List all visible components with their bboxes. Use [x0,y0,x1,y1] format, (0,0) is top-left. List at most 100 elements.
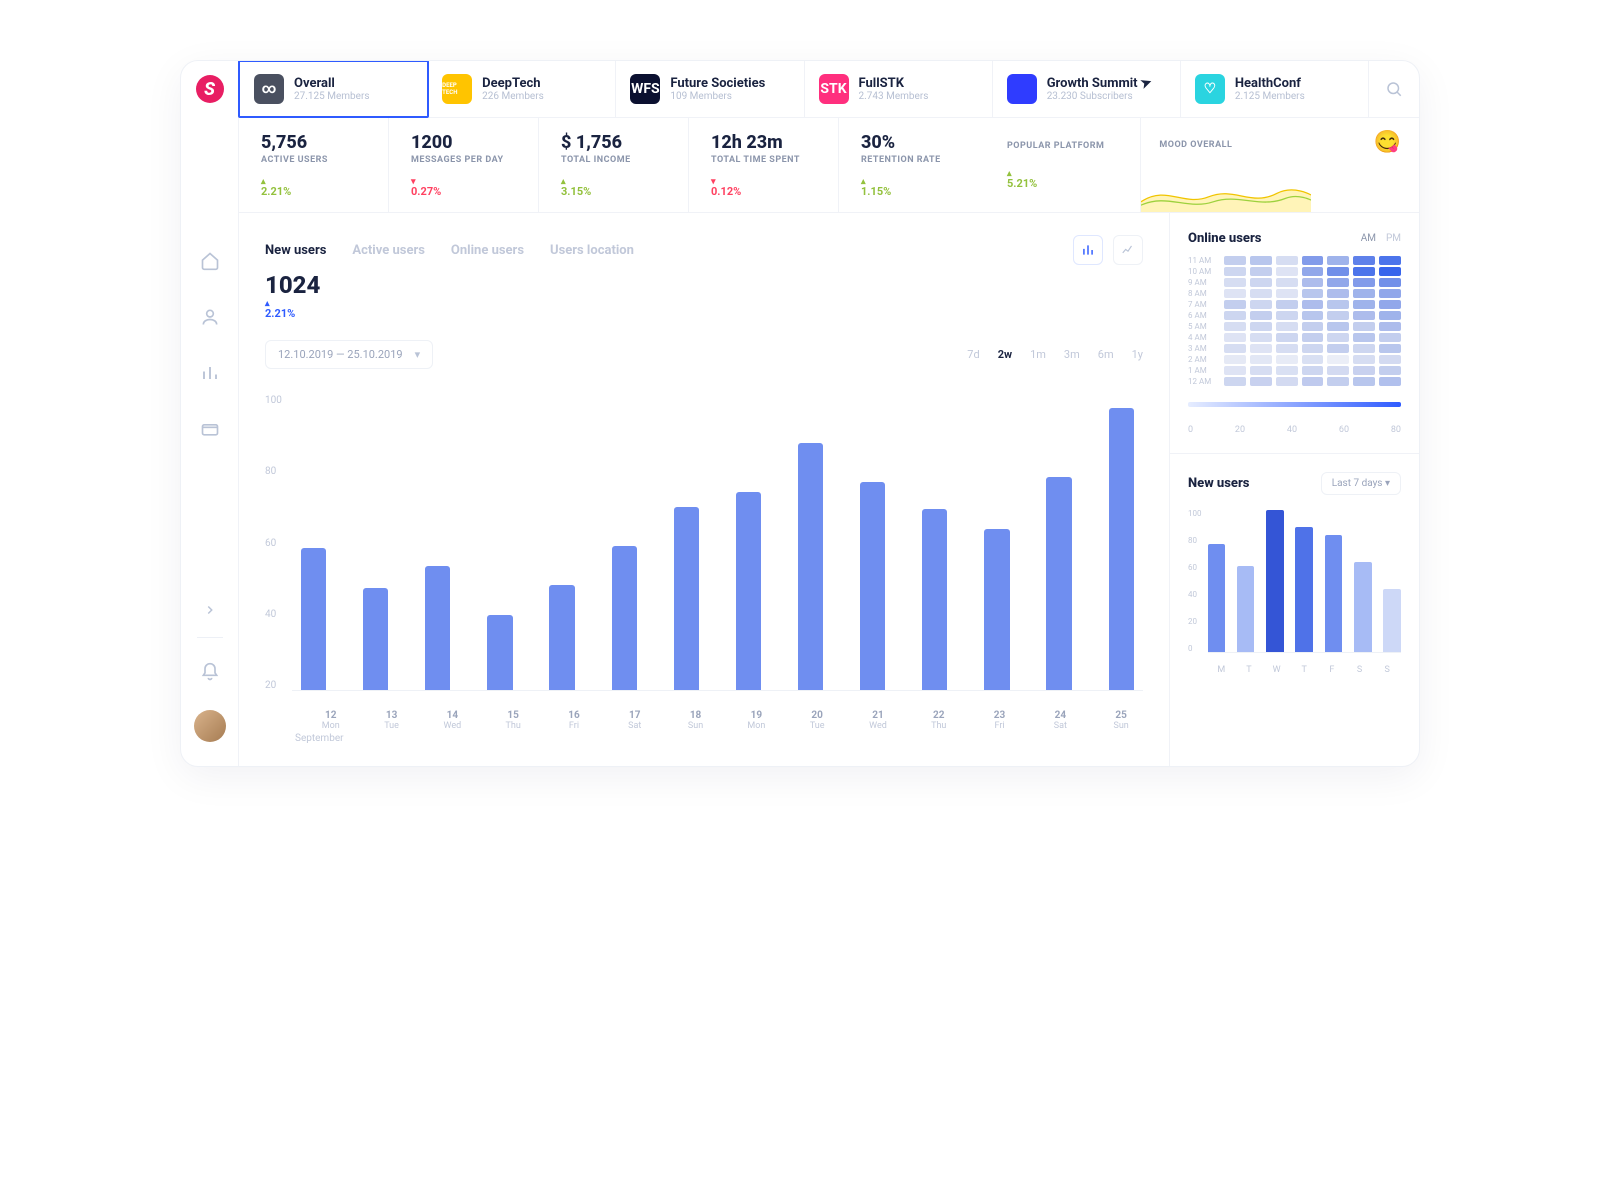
heatmap-cell [1276,344,1298,353]
range-option[interactable]: 7d [967,348,979,361]
heatmap-cell [1224,267,1246,276]
heatmap-cell [1276,311,1298,320]
chart-bar [922,509,947,691]
tab-logo: ∞ [254,74,284,104]
heatmap-cell [1302,278,1324,287]
heatmap-cell [1224,311,1246,320]
heatmap-cell [1302,355,1324,364]
heatmap-cell [1379,333,1401,342]
bar-chart-icon[interactable] [1073,235,1103,265]
heatmap-cell [1379,256,1401,265]
heatmap-cell [1224,377,1246,386]
range-option[interactable]: 2w [998,348,1012,361]
mini-range-dropdown[interactable]: Last 7 days ▾ [1321,472,1401,495]
workspace-tab[interactable]: ∞Overall27.125 Members [238,60,429,118]
heatmap-cell [1276,278,1298,287]
stat-card: 5,756ACTIVE USERS▴2.21% [239,118,389,212]
heatmap-cell [1250,377,1272,386]
heatmap-cell [1276,289,1298,298]
range-option[interactable]: 6m [1098,348,1114,361]
heatmap-cell [1250,344,1272,353]
heatmap-cell [1224,333,1246,342]
heatmap-cell [1276,267,1298,276]
date-range-dropdown[interactable]: 12.10.2019 — 25.10.2019▾ [265,340,433,369]
heatmap-cell [1379,300,1401,309]
chart-bar [301,548,326,691]
heatmap-cell [1353,322,1375,331]
range-option[interactable]: 3m [1064,348,1080,361]
heatmap-cell [1224,300,1246,309]
heatmap-cell [1327,333,1349,342]
main-panel: New users Active users Online users Users l… [239,213,1169,766]
heatmap-cell [1250,267,1272,276]
heatmap-cell [1224,355,1246,364]
avatar[interactable] [194,710,226,742]
search-icon[interactable] [1369,61,1419,117]
workspace-tab[interactable]: WFSFuture Societies109 Members [616,61,804,117]
pm-toggle[interactable]: PM [1386,233,1401,244]
heatmap-cell [1250,300,1272,309]
mini-chart-bar [1237,566,1255,653]
app-logo[interactable]: S [196,75,224,103]
heatmap-cell [1353,311,1375,320]
chart-bar [674,507,699,692]
chart-bar [1109,408,1134,691]
heatmap-cell [1224,289,1246,298]
chart-month: September [295,733,1143,744]
mood-card: MOOD OVERALL 😋 [1141,118,1419,212]
mood-label: MOOD OVERALL [1159,140,1232,150]
wallet-icon[interactable] [199,418,221,440]
heatmap-cell [1302,256,1324,265]
heatmap-cell [1327,256,1349,265]
heatmap-cell [1379,289,1401,298]
workspace-tab[interactable]: STKFullSTK2.743 Members [805,61,993,117]
right-panel: Online users AMPM 11 AM10 AM9 AM8 AM7 AM… [1169,213,1419,766]
heatmap-cell [1302,289,1324,298]
heatmap-cell [1276,366,1298,375]
heatmap-cell [1327,267,1349,276]
analytics-icon[interactable] [199,362,221,384]
heatmap-cell [1353,267,1375,276]
heatmap-cell [1353,333,1375,342]
bell-icon[interactable] [199,661,221,683]
metric-tab[interactable]: Active users [352,243,425,258]
mini-title: New users [1188,476,1249,491]
line-chart-icon[interactable] [1113,235,1143,265]
metric-tab[interactable]: New users [265,243,326,258]
heatmap-cell [1302,377,1324,386]
heatmap-cell [1276,377,1298,386]
range-option[interactable]: 1m [1030,348,1046,361]
heatmap-cell [1224,278,1246,287]
stat-card: 12h 23mTOTAL TIME SPENT▾0.12% [689,118,839,212]
workspace-tab[interactable]: DEEP TECHDeepTech226 Members [428,61,616,117]
heatmap-cell [1379,344,1401,353]
stat-card: $ 1,756TOTAL INCOME▴3.15% [539,118,689,212]
workspace-tab[interactable]: Growth Summit ➤23.230 Subscribers [993,61,1181,117]
heatmap-cell [1276,333,1298,342]
chart-bar [798,443,823,691]
chart-bar [612,546,637,691]
chart-bar [425,566,450,691]
am-toggle[interactable]: AM [1361,233,1376,244]
heatmap-cell [1353,256,1375,265]
heatmap-cell [1379,366,1401,375]
main: ∞Overall27.125 MembersDEEP TECHDeepTech2… [239,61,1419,766]
home-icon[interactable] [199,250,221,272]
heatmap-cell [1327,311,1349,320]
main-value: 1024 [265,271,1143,299]
chevron-right-icon[interactable] [203,602,217,621]
heatmap-cell [1353,377,1375,386]
heatmap-legend [1188,402,1401,407]
heatmap-cell [1276,355,1298,364]
heatmap-cell [1379,377,1401,386]
user-icon[interactable] [199,306,221,328]
tab-logo: STK [819,74,849,104]
range-option[interactable]: 1y [1132,348,1143,361]
metric-tab[interactable]: Online users [451,243,524,258]
stat-card: 30%RETENTION RATE▴1.15% [839,118,989,212]
tab-logo: WFS [630,74,660,104]
chart-bar [984,529,1009,691]
metric-tab[interactable]: Users location [550,243,634,258]
workspace-tab[interactable]: ♡HealthConf2.125 Members [1181,61,1369,117]
heatmap-cell [1276,300,1298,309]
